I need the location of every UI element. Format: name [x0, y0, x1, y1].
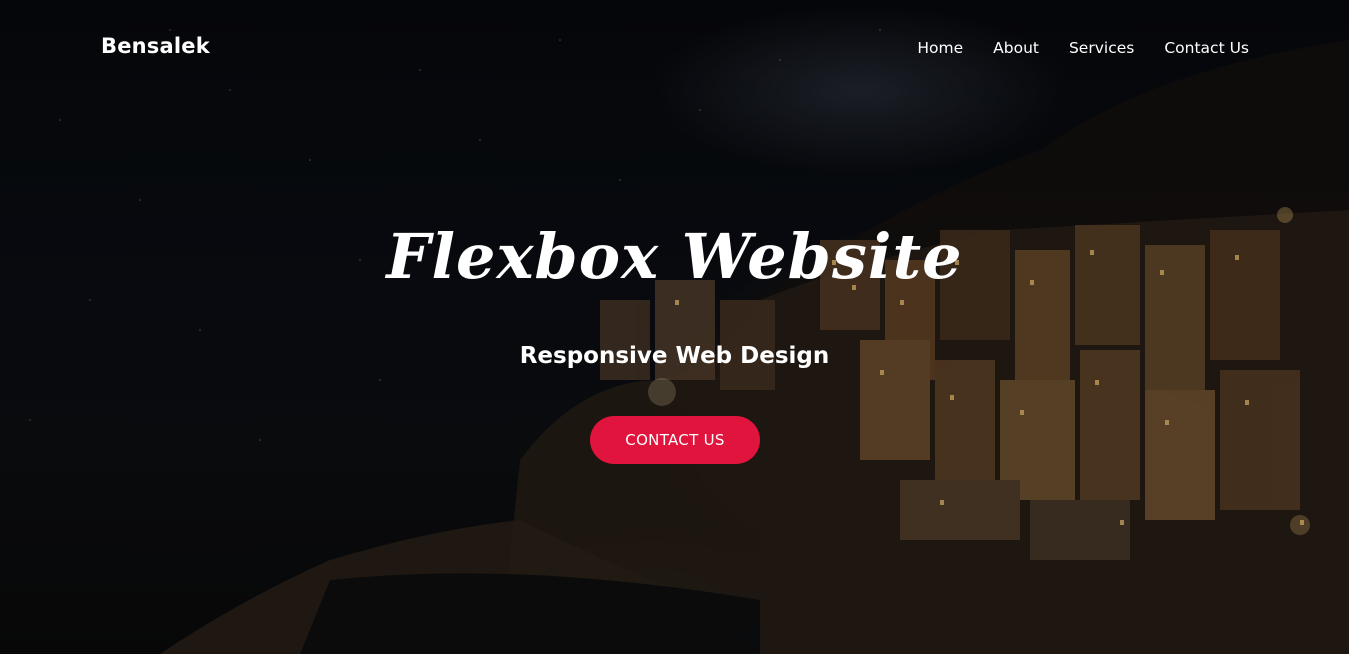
nav-link-contact-us[interactable]: Contact Us: [1164, 39, 1249, 57]
nav-item-about: About: [993, 38, 1039, 57]
nav-link-home[interactable]: Home: [917, 39, 963, 57]
nav-item-services: Services: [1069, 38, 1134, 57]
hero-section: Bensalek Home About Services Contact Us …: [0, 0, 1349, 654]
brand-logo[interactable]: Bensalek: [101, 34, 210, 58]
nav-link-about[interactable]: About: [993, 39, 1039, 57]
nav-item-contact: Contact Us: [1164, 38, 1249, 57]
nav-link-services[interactable]: Services: [1069, 39, 1134, 57]
nav-menu: Home About Services Contact Us: [917, 38, 1249, 57]
contact-us-button[interactable]: CONTACT US: [590, 416, 760, 464]
background-overlay: [0, 0, 1349, 654]
navbar: Bensalek Home About Services Contact Us: [0, 0, 1349, 96]
hero-title: Flexbox Website: [386, 220, 963, 293]
nav-item-home: Home: [917, 38, 963, 57]
hero-subtitle: Responsive Web Design: [519, 343, 830, 369]
